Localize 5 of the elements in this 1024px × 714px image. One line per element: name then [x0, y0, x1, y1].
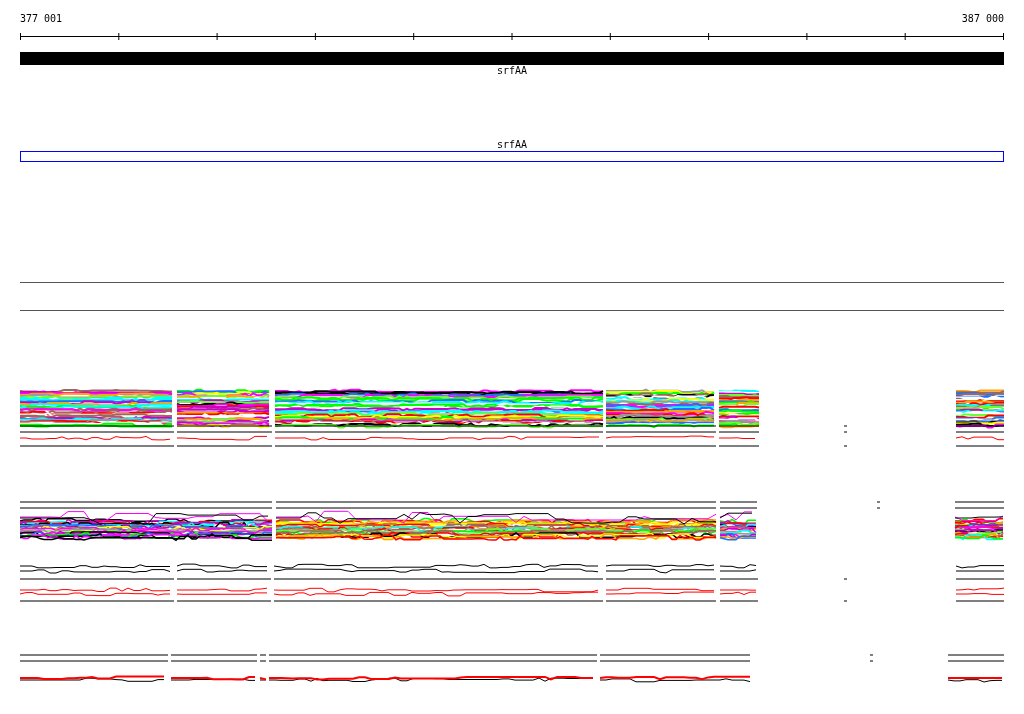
- annotation-label: srfAA: [496, 139, 528, 150]
- gene-label: srfAA: [496, 65, 528, 76]
- ruler-start-label: 377 001: [20, 13, 63, 25]
- ruler-end-label: 387 000: [961, 13, 1004, 25]
- annotation-bar[interactable]: [20, 151, 1004, 162]
